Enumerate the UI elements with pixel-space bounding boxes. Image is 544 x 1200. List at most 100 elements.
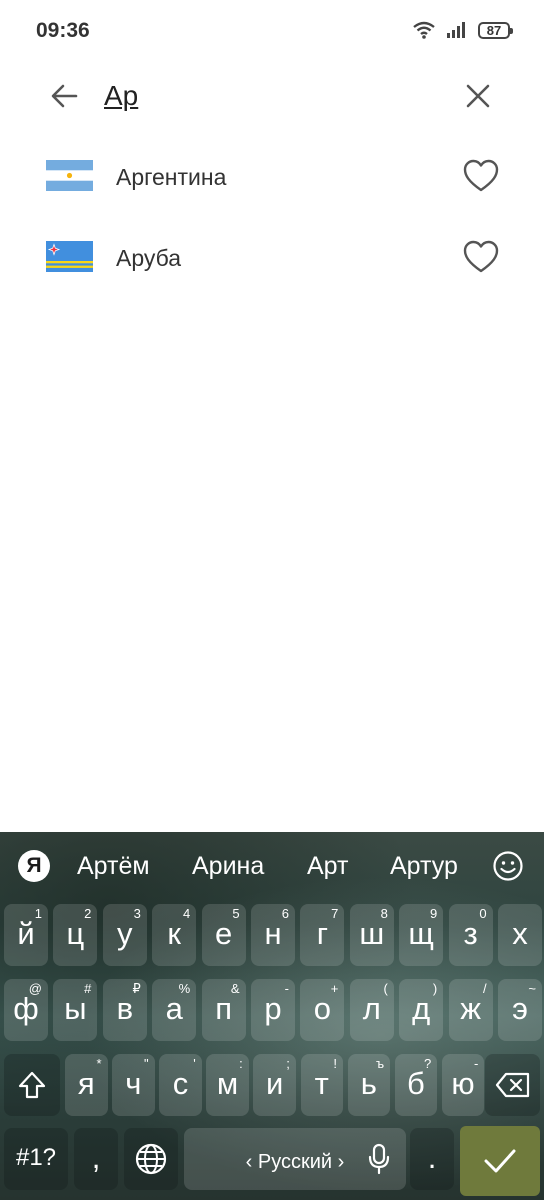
key-hint: ? bbox=[423, 1056, 432, 1071]
key-hint: " bbox=[143, 1056, 149, 1071]
letter-key[interactable]: ц2 bbox=[53, 904, 98, 966]
signal-icon bbox=[447, 22, 465, 38]
emoji-icon[interactable] bbox=[492, 850, 524, 882]
key-hint: @ bbox=[28, 981, 42, 996]
letter-key[interactable]: в ₽ bbox=[102, 979, 147, 1041]
letter-key[interactable]: з0 bbox=[448, 904, 493, 966]
symbols-key-label: #1? bbox=[15, 1144, 57, 1171]
key-hint: 9 bbox=[429, 906, 438, 921]
backspace-key[interactable] bbox=[485, 1054, 540, 1116]
list-item[interactable]: Аргентина bbox=[0, 136, 544, 216]
country-name: Аргентина bbox=[116, 164, 227, 190]
shift-key[interactable] bbox=[4, 1054, 60, 1116]
key-label: и bbox=[265, 1066, 284, 1101]
letter-key[interactable]: б? bbox=[394, 1054, 438, 1116]
key-hint: : bbox=[239, 1056, 243, 1071]
microphone-key[interactable] bbox=[356, 1128, 402, 1190]
letter-key[interactable]: п & bbox=[201, 979, 246, 1041]
letter-key[interactable]: е5 bbox=[201, 904, 246, 966]
suggestion[interactable]: Артур bbox=[390, 852, 458, 881]
key-hint: 6 bbox=[281, 906, 289, 921]
key-label: н bbox=[264, 916, 282, 951]
letter-key[interactable]: д) bbox=[399, 979, 444, 1041]
key-hint: / bbox=[482, 981, 487, 996]
key-hint: 0 bbox=[479, 906, 487, 921]
yandex-logo-icon[interactable]: Я bbox=[18, 850, 50, 882]
letter-key[interactable]: р- bbox=[251, 979, 295, 1041]
letter-key[interactable]: щ9 bbox=[399, 904, 444, 966]
microphone-icon bbox=[368, 1143, 390, 1175]
search-input[interactable] bbox=[104, 80, 404, 112]
country-name: Аруба bbox=[116, 245, 182, 271]
key-hint: ₽ bbox=[132, 981, 141, 996]
key-label: д bbox=[412, 991, 431, 1026]
key-label: о bbox=[313, 991, 332, 1026]
key-label: е bbox=[214, 916, 233, 951]
enter-key[interactable] bbox=[460, 1126, 540, 1196]
letter-key[interactable]: н6 bbox=[251, 904, 295, 966]
key-label: ж bbox=[460, 991, 481, 1026]
letter-key[interactable]: я * bbox=[65, 1054, 108, 1116]
globe-icon bbox=[135, 1143, 167, 1175]
key-label: я bbox=[77, 1066, 95, 1101]
letter-key[interactable]: у3 bbox=[102, 904, 147, 966]
letter-key[interactable]: э ~ bbox=[498, 979, 542, 1041]
key-label: ы bbox=[64, 991, 87, 1026]
letter-key[interactable]: й1 bbox=[4, 904, 48, 966]
back-arrow-icon[interactable] bbox=[46, 78, 82, 114]
suggestion[interactable]: Арина bbox=[192, 852, 264, 881]
key-hint: ~ bbox=[528, 981, 536, 996]
letter-key[interactable]: а% bbox=[152, 979, 197, 1041]
aruba-flag-icon bbox=[46, 241, 93, 272]
language-key[interactable] bbox=[124, 1128, 178, 1190]
key-hint: ъ bbox=[375, 1056, 385, 1071]
letter-key[interactable]: ьъ bbox=[347, 1054, 391, 1116]
status-bar: 09:36 87 bbox=[0, 0, 544, 62]
key-hint: + bbox=[330, 981, 339, 996]
heart-icon[interactable] bbox=[462, 239, 500, 275]
key-hint: ) bbox=[432, 981, 438, 996]
letter-key[interactable]: т! bbox=[300, 1054, 343, 1116]
comma-key[interactable]: , bbox=[74, 1128, 118, 1190]
suggestion[interactable]: Артём bbox=[77, 852, 150, 881]
key-hint: ( bbox=[383, 981, 388, 996]
letter-key[interactable]: х bbox=[498, 904, 542, 966]
key-label: ь bbox=[360, 1066, 377, 1101]
key-label: х bbox=[512, 916, 528, 951]
key-label: ю bbox=[451, 1066, 475, 1101]
key-label: м bbox=[216, 1066, 239, 1101]
status-icons: 87 bbox=[412, 20, 513, 40]
letter-key[interactable]: ы # bbox=[53, 979, 98, 1041]
shift-icon bbox=[18, 1071, 46, 1099]
close-icon[interactable] bbox=[460, 78, 496, 114]
letter-key[interactable]: ю- bbox=[441, 1054, 485, 1116]
letter-key[interactable]: с ' bbox=[159, 1054, 202, 1116]
key-label: п bbox=[215, 991, 232, 1026]
key-label: т bbox=[314, 1066, 329, 1101]
key-label: а bbox=[165, 991, 183, 1026]
letter-key[interactable]: ш8 bbox=[349, 904, 394, 966]
key-hint: - bbox=[473, 1056, 479, 1071]
letter-key[interactable]: л( bbox=[349, 979, 394, 1041]
suggestion[interactable]: Арт bbox=[307, 852, 348, 881]
letter-key[interactable]: ч " bbox=[112, 1054, 155, 1116]
symbols-key[interactable]: #1? bbox=[4, 1128, 68, 1190]
key-hint: 4 bbox=[182, 906, 191, 921]
backspace-icon bbox=[495, 1072, 529, 1098]
key-hint: ; bbox=[286, 1056, 290, 1071]
letter-key[interactable]: ф @ bbox=[4, 979, 48, 1041]
heart-icon[interactable] bbox=[462, 158, 500, 194]
letter-key[interactable]: к4 bbox=[152, 904, 197, 966]
letter-key[interactable]: о + bbox=[300, 979, 345, 1041]
letter-key[interactable]: ж / bbox=[448, 979, 493, 1041]
key-label: ш bbox=[359, 916, 385, 951]
period-key-label: . bbox=[427, 1140, 437, 1175]
list-item[interactable]: Аруба bbox=[0, 217, 544, 297]
letter-key[interactable]: и; bbox=[253, 1054, 296, 1116]
key-label: б bbox=[407, 1066, 425, 1101]
letter-key[interactable]: г7 bbox=[300, 904, 345, 966]
key-label: з bbox=[463, 916, 478, 951]
letter-key[interactable]: м: bbox=[206, 1054, 249, 1116]
period-key[interactable]: . bbox=[410, 1128, 454, 1190]
suggestion-bar: Я Артём Арина Арт Артур bbox=[0, 832, 544, 900]
